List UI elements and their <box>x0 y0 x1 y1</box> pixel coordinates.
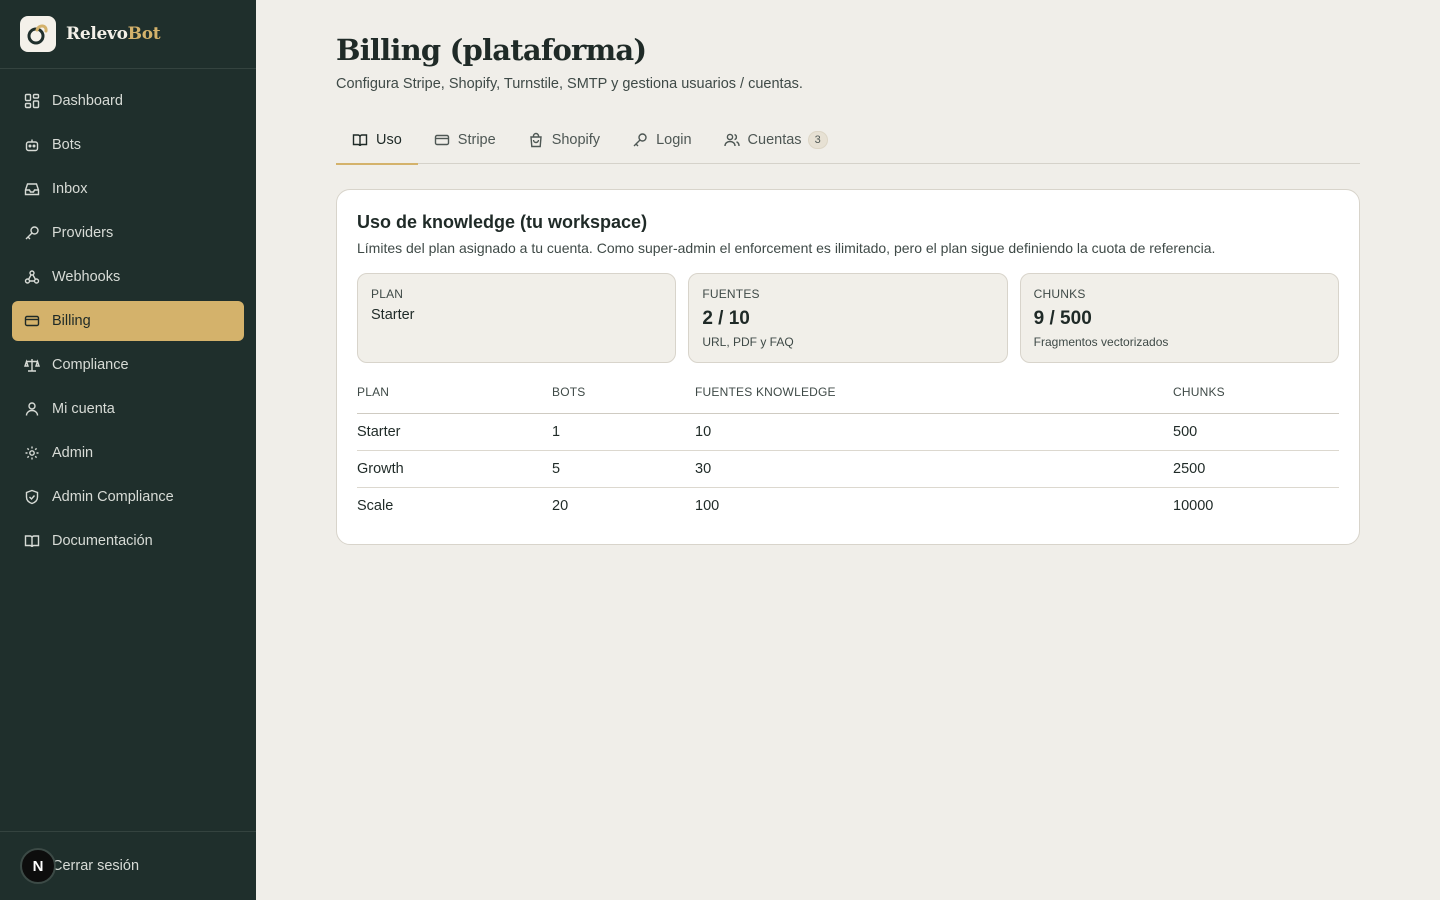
card-title: Uso de knowledge (tu workspace) <box>357 212 648 232</box>
sidebar-item-inbox[interactable]: Inbox <box>12 169 244 209</box>
tab-shopify[interactable]: Shopify <box>512 116 616 164</box>
sidebar-item-dashboard[interactable]: Dashboard <box>12 81 244 121</box>
tab-stripe[interactable]: Stripe <box>418 116 512 164</box>
user-icon <box>25 402 39 416</box>
main-content: Billing (plataforma) Configura Stripe, S… <box>336 0 1360 545</box>
sidebar: RelevoBot Dashboard Bots Inbox Providers… <box>0 0 256 900</box>
stat-fuentes: FUENTES 2 / 10 URL, PDF y FAQ <box>688 273 1008 363</box>
sidebar-item-label: Bots <box>52 137 82 153</box>
brand-logo-icon <box>20 16 56 52</box>
column-header: CHUNKS <box>1173 385 1339 414</box>
tab-label: Shopify <box>551 132 601 148</box>
users-icon <box>723 133 740 147</box>
logout-button[interactable]: Cerrar sesión <box>52 858 139 874</box>
sidebar-item-label: Admin Compliance <box>52 489 174 505</box>
brand-name-part1: Relevo <box>66 24 128 44</box>
stat-value: 9 / 500 <box>1033 308 1092 329</box>
tab-login[interactable]: Login <box>616 116 707 164</box>
sidebar-item-mi-cuenta[interactable]: Mi cuenta <box>12 389 244 429</box>
scale-icon <box>24 359 40 372</box>
gear-icon <box>25 446 39 460</box>
sidebar-item-providers[interactable]: Providers <box>12 213 244 253</box>
stat-note: Fragmentos vectorizados <box>1033 335 1169 349</box>
sidebar-item-label: Dashboard <box>52 93 123 109</box>
dashboard-icon <box>24 93 40 109</box>
tab-bar: Uso Stripe Shopify Login Cuentas 3 <box>336 116 1360 165</box>
table-cell: Scale <box>357 497 394 514</box>
stat-note: URL, PDF y FAQ <box>702 335 794 349</box>
count-badge: 3 <box>807 131 828 149</box>
table-cell: 20 <box>552 497 569 514</box>
stat-plan: PLAN Starter <box>357 273 677 363</box>
key-icon <box>633 133 647 147</box>
webhook-icon <box>24 270 40 284</box>
table-cell: 500 <box>1173 413 1339 451</box>
page-title: Billing (plataforma) <box>336 33 647 67</box>
table-header-row: PLAN BOTS FUENTES KNOWLEDGE CHUNKS <box>357 385 1339 414</box>
avatar[interactable]: N <box>20 848 56 884</box>
table-row: Scale 20 100 10000 <box>357 487 1339 524</box>
sidebar-item-webhooks[interactable]: Webhooks <box>12 257 244 297</box>
column-header: PLAN <box>357 385 552 414</box>
credit-card-icon <box>434 134 449 146</box>
table-cell: 10000 <box>1173 497 1214 514</box>
page-subtitle: Configura Stripe, Shopify, Turnstile, SM… <box>336 76 803 92</box>
table-cell: 100 <box>695 497 720 514</box>
stat-label: PLAN <box>371 287 404 301</box>
plans-table: PLAN BOTS FUENTES KNOWLEDGE CHUNKS Start… <box>357 385 1339 524</box>
sidebar-item-label: Compliance <box>52 357 129 373</box>
sidebar-item-label: Inbox <box>52 181 88 197</box>
sidebar-item-documentacion[interactable]: Documentación <box>12 521 244 561</box>
table-cell: Growth <box>357 450 552 488</box>
card-subtitle: Límites del plan asignado a tu cuenta. C… <box>357 240 1216 256</box>
stat-label: CHUNKS <box>1033 287 1086 301</box>
book-open-icon <box>352 134 368 147</box>
column-header: FUENTES KNOWLEDGE <box>695 385 1173 414</box>
tab-label: Login <box>656 132 692 148</box>
table-cell: 2500 <box>1173 450 1339 488</box>
shield-check-icon <box>25 489 39 505</box>
sidebar-item-compliance[interactable]: Compliance <box>12 345 244 385</box>
table-cell: 30 <box>695 450 1173 488</box>
table-cell: 10 <box>695 413 1173 451</box>
sidebar-item-label: Providers <box>52 225 114 241</box>
tab-label: Stripe <box>457 132 496 148</box>
stat-value: 2 / 10 <box>702 308 750 329</box>
book-icon <box>24 535 40 548</box>
stat-label: FUENTES <box>702 287 760 301</box>
brand[interactable]: RelevoBot <box>0 0 256 69</box>
sidebar-item-label: Documentación <box>52 533 153 549</box>
sidebar-item-admin[interactable]: Admin <box>12 433 244 473</box>
table-cell: 1 <box>552 413 695 451</box>
sidebar-item-label: Mi cuenta <box>52 401 115 417</box>
column-header: BOTS <box>552 385 695 414</box>
inbox-icon <box>24 183 40 196</box>
sidebar-item-label: Billing <box>52 313 91 329</box>
sidebar-nav: Dashboard Bots Inbox Providers Webhooks … <box>0 69 256 577</box>
table-cell: Starter <box>357 413 552 451</box>
tab-uso[interactable]: Uso <box>336 116 418 165</box>
bot-icon <box>25 139 39 152</box>
sidebar-item-billing[interactable]: Billing <box>12 301 244 341</box>
brand-name: RelevoBot <box>66 24 161 44</box>
key-icon <box>25 226 39 240</box>
shopping-bag-icon <box>529 132 542 148</box>
table-cell: 5 <box>552 450 695 488</box>
sidebar-item-bots[interactable]: Bots <box>12 125 244 165</box>
usage-stats: PLAN Starter FUENTES 2 / 10 URL, PDF y F… <box>357 273 1339 363</box>
tab-cuentas[interactable]: Cuentas 3 <box>708 116 844 164</box>
sidebar-item-label: Admin <box>52 445 94 461</box>
tab-label: Uso <box>376 132 402 148</box>
credit-card-icon <box>24 315 40 327</box>
knowledge-usage-card: Uso de knowledge (tu workspace) Límites … <box>336 189 1360 545</box>
stat-value: Starter <box>371 307 415 323</box>
table-row: Growth 5 30 2500 <box>357 450 1339 488</box>
sidebar-item-label: Webhooks <box>52 269 121 285</box>
table-row: Starter 1 10 500 <box>357 413 1339 451</box>
sidebar-item-admin-compliance[interactable]: Admin Compliance <box>12 477 244 517</box>
sidebar-footer: N Cerrar sesión <box>0 831 256 900</box>
brand-name-part2: Bot <box>127 24 161 44</box>
tab-label: Cuentas <box>747 132 802 148</box>
stat-chunks: CHUNKS 9 / 500 Fragmentos vectorizados <box>1019 273 1339 363</box>
